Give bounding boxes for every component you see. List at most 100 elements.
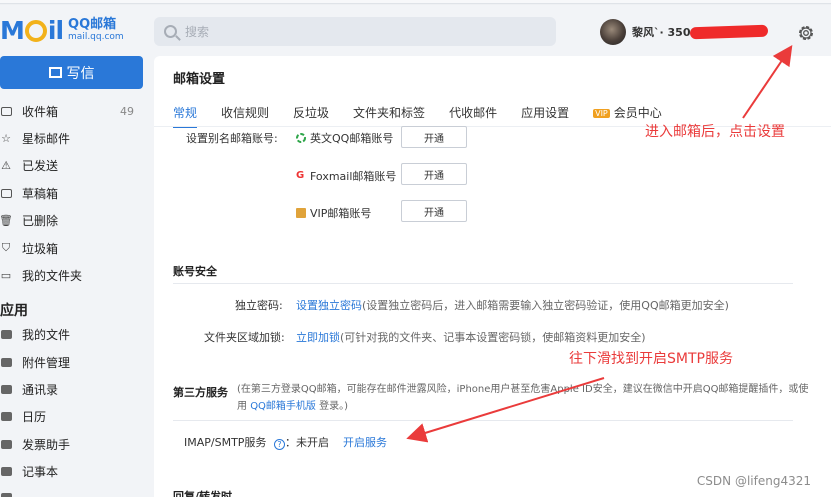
imap-smtp-label: IMAP/SMTP服务 ?： <box>184 434 296 450</box>
alias-option-label: VIP邮箱账号 <box>310 207 372 220</box>
trash-icon: 🗑︎ <box>0 213 13 227</box>
logo-m: M <box>0 15 25 45</box>
folder-lock-label: 文件夹区域加锁: <box>204 331 285 344</box>
sidebar-item-contacts[interactable]: 通讯录 <box>0 378 140 400</box>
sidebar-item-label: 已删除 <box>22 213 59 228</box>
third-party-desc-prefix: 用 <box>237 401 247 412</box>
sidebar-item-label: 草稿箱 <box>22 186 59 201</box>
sidebar-item-label: 记事本 <box>22 464 59 479</box>
help-icon[interactable]: ? <box>273 439 285 450</box>
alias-option-english: 英文QQ邮箱账号 <box>296 130 393 146</box>
vip-icon: VIP <box>593 109 610 118</box>
lock-now-link[interactable]: 立即加锁 <box>296 331 340 344</box>
sidebar-item-label: … <box>22 490 34 497</box>
section-divider <box>173 420 793 421</box>
independent-password-row: 设置独立密码(设置独立密码后，进入邮箱需要输入独立密码验证，使用QQ邮箱更加安全… <box>296 297 729 313</box>
imap-smtp-label-text: IMAP/SMTP服务 <box>184 436 267 449</box>
third-party-section-title: 第三方服务 <box>173 386 228 399</box>
sidebar-item-label: 通讯录 <box>22 382 59 397</box>
attachment-icon <box>0 356 12 368</box>
qq-color-icon <box>296 133 306 143</box>
tab-general[interactable]: 常规 <box>173 104 198 128</box>
enable-service-link[interactable]: 开启服务 <box>343 434 387 450</box>
logo-domain: mail.qq.com <box>68 32 124 42</box>
independent-password-label: 独立密码: <box>235 299 283 312</box>
settings-tabs: 常规 收信规则 反垃圾 文件夹和标签 代收邮件 应用设置 VIP 会员中心 <box>173 104 686 128</box>
alias-option-vip: VIP邮箱账号 <box>296 205 371 221</box>
avatar[interactable] <box>600 19 626 45</box>
sidebar-item-more[interactable]: … <box>0 486 140 497</box>
calendar-icon <box>0 410 12 422</box>
sidebar-item-sent[interactable]: ⚠ 已发送 <box>0 154 140 176</box>
section-divider <box>173 283 793 284</box>
write-button[interactable]: 写信 <box>0 56 143 89</box>
vip-mail-icon <box>296 208 306 218</box>
sidebar-item-drafts[interactable]: 草稿箱 <box>0 182 140 204</box>
independent-password-desc: (设置独立密码后，进入邮箱需要输入独立密码验证，使用QQ邮箱更加安全) <box>362 299 729 312</box>
tab-collect-mail[interactable]: 代收邮件 <box>449 104 497 124</box>
sidebar-item-spam[interactable]: ⛉ 垃圾箱 <box>0 237 140 259</box>
alias-option-foxmail: G Foxmail邮箱账号 <box>296 168 396 184</box>
imap-colon: ： <box>284 436 296 449</box>
tab-anti-spam[interactable]: 反垃圾 <box>293 104 329 124</box>
draft-icon <box>0 187 12 199</box>
star-icon: ☆ <box>1 131 11 145</box>
invoice-icon <box>0 438 12 450</box>
folder-lock-desc: (可针对我的文件夹、记事本设置密码锁，使邮箱资料更加安全) <box>340 331 646 344</box>
shield-icon: ⛉ <box>1 241 11 254</box>
sidebar-item-notepad[interactable]: 记事本 <box>0 460 140 482</box>
sidebar-item-my-files[interactable]: 我的文件 <box>0 323 140 345</box>
gear-icon[interactable] <box>796 23 816 43</box>
sidebar-item-invoice[interactable]: 发票助手 <box>0 433 140 455</box>
username: 黎风`· 3500 <box>632 26 699 39</box>
third-party-desc-line2: 用 QQ邮箱手机版 登录。) <box>237 399 348 415</box>
sidebar-item-my-folders[interactable]: ▭ 我的文件夹 <box>0 264 140 286</box>
logo-brand: QQ邮箱 <box>68 17 117 32</box>
logo-o-ring <box>24 20 47 42</box>
sidebar-item-label: 已发送 <box>22 158 59 173</box>
send-icon: ⚠ <box>1 158 11 172</box>
reply-forward-section-title: 回复/转发时 <box>173 490 233 497</box>
sidebar-item-attachments[interactable]: 附件管理 <box>0 351 140 373</box>
alias-option-label: Foxmail邮箱账号 <box>310 170 397 183</box>
search-input[interactable]: 搜索 <box>154 17 556 46</box>
sidebar-item-label: 发票助手 <box>22 437 71 452</box>
sidebar-item-deleted[interactable]: 🗑︎ 已删除 <box>0 209 140 231</box>
imap-status: 未开启 <box>296 436 329 449</box>
open-foxmail-alias-button[interactable]: 开通 <box>401 163 467 185</box>
tab-member-label: 会员中心 <box>613 106 662 120</box>
third-party-desc-suffix: 登录。) <box>319 401 349 412</box>
tab-folders-labels[interactable]: 文件夹和标签 <box>353 104 425 124</box>
sidebar-item-label: 日历 <box>22 409 47 424</box>
sidebar-item-label: 星标邮件 <box>22 131 71 146</box>
sidebar-item-calendar[interactable]: 日历 <box>0 405 140 427</box>
alias-label: 设置别名邮箱账号: <box>186 132 278 145</box>
qq-mail-mobile-link[interactable]: QQ邮箱手机版 <box>250 401 316 412</box>
write-label: 写信 <box>66 65 95 82</box>
user-account[interactable]: 黎风`· 3500 <box>600 19 698 45</box>
window-top-strip <box>0 0 831 5</box>
notepad-icon <box>0 465 12 477</box>
open-english-alias-button[interactable]: 开通 <box>401 126 467 148</box>
sidebar-item-starred[interactable]: ☆ 星标邮件 <box>0 127 140 149</box>
sidebar-item-inbox[interactable]: 收件箱 49 <box>0 100 140 122</box>
annotation-scroll-smtp: 往下滑找到开启SMTP服务 <box>569 351 733 367</box>
sidebar-item-label: 垃圾箱 <box>22 241 59 256</box>
tab-receive-rules[interactable]: 收信规则 <box>221 104 269 124</box>
tab-app-settings[interactable]: 应用设置 <box>521 104 569 124</box>
open-vip-alias-button[interactable]: 开通 <box>401 200 467 222</box>
logo-il: il <box>47 15 64 45</box>
inbox-icon <box>0 105 12 117</box>
page-title: 邮箱设置 <box>173 72 226 87</box>
qq-mail-logo[interactable]: Mil QQ邮箱 mail.qq.com <box>0 14 124 46</box>
set-independent-password-link[interactable]: 设置独立密码 <box>296 299 362 312</box>
security-section-title: 账号安全 <box>173 265 217 278</box>
contacts-icon <box>0 383 12 395</box>
redaction-mark <box>689 24 769 40</box>
sidebar-item-label: 附件管理 <box>22 355 71 370</box>
search-icon <box>164 25 177 38</box>
sidebar-item-label: 收件箱 <box>22 104 59 119</box>
third-party-desc-line1: (在第三方登录QQ邮箱，可能存在邮件泄露风险，iPhone用户甚至危害Apple… <box>237 384 809 395</box>
more-icon <box>0 491 12 497</box>
folder-icon: ▭ <box>0 268 12 282</box>
